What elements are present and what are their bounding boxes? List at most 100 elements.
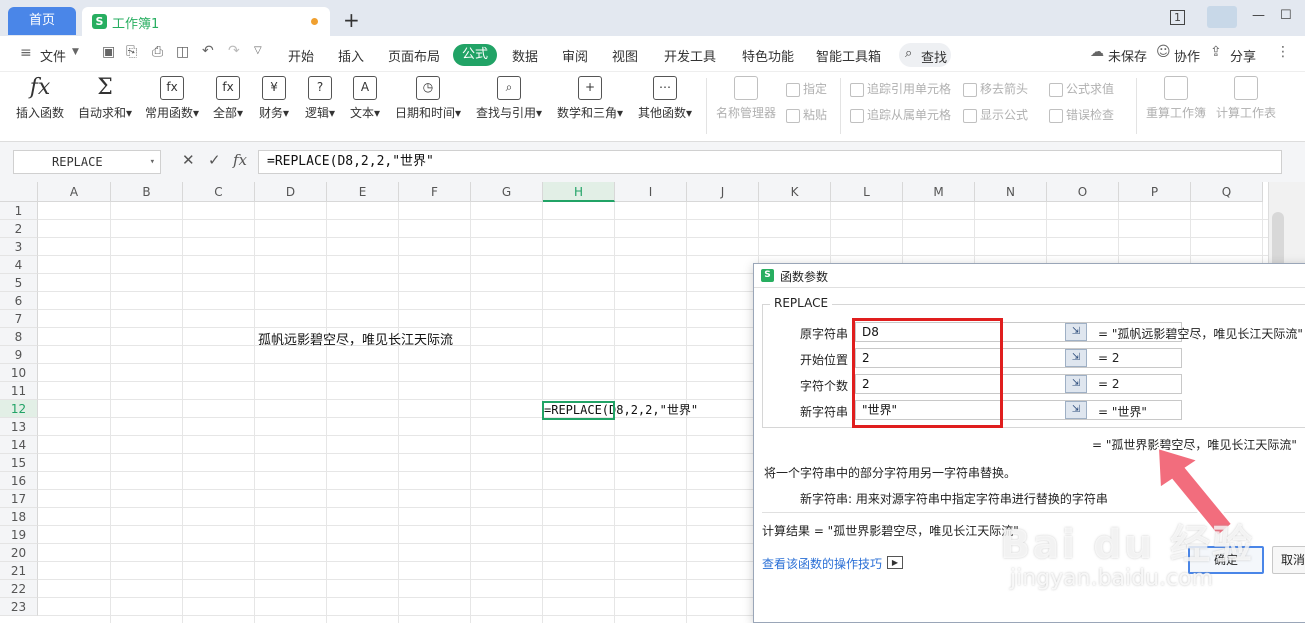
unsaved-status[interactable]: 未保存 — [1108, 46, 1147, 65]
logic-button[interactable]: ? 逻辑▾ — [305, 76, 335, 121]
other-functions-button[interactable]: ⋯ 其他函数▾ — [638, 76, 692, 121]
insert-function-button[interactable]: fx 插入函数 — [16, 76, 64, 121]
column-header-n[interactable]: N — [975, 182, 1047, 202]
paste-name-button[interactable]: 粘贴 — [786, 106, 827, 123]
row-header-13[interactable]: 13 — [0, 418, 38, 436]
chevron-down-icon[interactable]: ▾ — [150, 151, 155, 173]
menu-formula[interactable]: 公式 — [453, 44, 497, 66]
tab-workbook[interactable]: S 工作簿1 — [82, 7, 330, 36]
redo-icon[interactable]: ↷ — [228, 43, 240, 59]
cancel-icon[interactable]: ✕ — [182, 151, 195, 169]
fx-icon[interactable]: fx — [233, 151, 247, 169]
eval-formula-button[interactable]: 公式求值 — [1049, 80, 1114, 97]
lookup-button[interactable]: ⌕ 查找与引用▾ — [476, 76, 542, 121]
column-header-e[interactable]: E — [327, 182, 399, 202]
column-header-p[interactable]: P — [1119, 182, 1191, 202]
row-header-3[interactable]: 3 — [0, 238, 38, 256]
row-header-5[interactable]: 5 — [0, 274, 38, 292]
row-header-1[interactable]: 1 — [0, 202, 38, 220]
column-header-h[interactable]: H — [543, 182, 615, 202]
row-header-22[interactable]: 22 — [0, 580, 38, 598]
row-header-6[interactable]: 6 — [0, 292, 38, 310]
menu-review[interactable]: 审阅 — [562, 46, 588, 65]
remove-arrows-button[interactable]: 移去箭头 — [963, 80, 1028, 97]
row-header-14[interactable]: 14 — [0, 436, 38, 454]
row-header-19[interactable]: 19 — [0, 526, 38, 544]
menu-developer[interactable]: 开发工具 — [664, 46, 716, 65]
column-header-b[interactable]: B — [111, 182, 183, 202]
row-header-2[interactable]: 2 — [0, 220, 38, 238]
avatar[interactable] — [1207, 6, 1237, 28]
row-header-17[interactable]: 17 — [0, 490, 38, 508]
select-all-corner[interactable] — [0, 182, 38, 202]
page-indicator[interactable]: 1 — [1170, 10, 1185, 25]
cell-d8[interactable]: 孤帆远影碧空尽，唯见长江天际流 — [258, 329, 453, 348]
row-header-7[interactable]: 7 — [0, 310, 38, 328]
more-icon[interactable]: ⋮ — [1276, 44, 1290, 60]
common-functions-button[interactable]: fx 常用函数▾ — [145, 76, 199, 121]
column-header-o[interactable]: O — [1047, 182, 1119, 202]
trace-dependents-button[interactable]: 追踪从属单元格 — [850, 106, 951, 123]
row-header-15[interactable]: 15 — [0, 454, 38, 472]
column-header-l[interactable]: L — [831, 182, 903, 202]
row-header-11[interactable]: 11 — [0, 382, 38, 400]
row-header-18[interactable]: 18 — [0, 508, 38, 526]
menu-hamburger-icon[interactable]: ≡ — [20, 45, 32, 61]
column-header-c[interactable]: C — [183, 182, 255, 202]
error-check-button[interactable]: 错误检查 — [1049, 106, 1114, 123]
column-header-i[interactable]: I — [615, 182, 687, 202]
menu-data[interactable]: 数据 — [512, 46, 538, 65]
maximize-button[interactable]: ☐ — [1280, 8, 1292, 23]
menu-insert[interactable]: 插入 — [338, 46, 364, 65]
new-tab-button[interactable]: + — [343, 8, 360, 32]
menu-file[interactable]: 文件 — [40, 46, 66, 65]
menu-view[interactable]: 视图 — [612, 46, 638, 65]
column-header-f[interactable]: F — [399, 182, 471, 202]
column-header-d[interactable]: D — [255, 182, 327, 202]
help-link[interactable]: 查看该函数的操作技巧 — [762, 555, 882, 572]
row-header-21[interactable]: 21 — [0, 562, 38, 580]
range-picker-icon[interactable]: ⇲ — [1065, 375, 1087, 393]
datetime-button[interactable]: ◷ 日期和时间▾ — [395, 76, 461, 121]
menu-special[interactable]: 特色功能 — [742, 46, 794, 65]
video-icon[interactable]: ▶ — [887, 556, 903, 569]
column-header-j[interactable]: J — [687, 182, 759, 202]
column-header-a[interactable]: A — [38, 182, 111, 202]
print-preview-icon[interactable]: ◫ — [176, 44, 189, 60]
save-icon[interactable]: ▣ — [102, 44, 115, 60]
show-formula-button[interactable]: 显示公式 — [963, 106, 1028, 123]
export-pdf-icon[interactable]: ⎘ — [126, 44, 137, 60]
collab-button[interactable]: 协作 — [1174, 46, 1200, 65]
all-functions-button[interactable]: fx 全部▾ — [213, 76, 243, 121]
range-picker-icon[interactable]: ⇲ — [1065, 401, 1087, 419]
row-header-16[interactable]: 16 — [0, 472, 38, 490]
row-header-23[interactable]: 23 — [0, 598, 38, 616]
dialog-title-bar[interactable]: S 函数参数 — [754, 264, 1305, 288]
name-manager-button[interactable]: 名称管理器 — [716, 76, 776, 121]
menu-page-layout[interactable]: 页面布局 — [388, 46, 440, 65]
undo-icon[interactable]: ↶ — [202, 43, 214, 59]
row-header-9[interactable]: 9 — [0, 346, 38, 364]
finance-button[interactable]: ¥ 财务▾ — [259, 76, 289, 121]
name-box[interactable]: REPLACE ▾ — [13, 150, 161, 174]
confirm-icon[interactable]: ✓ — [208, 151, 221, 169]
share-button[interactable]: 分享 — [1230, 46, 1256, 65]
column-header-m[interactable]: M — [903, 182, 975, 202]
cancel-button[interactable]: 取消 — [1272, 546, 1305, 574]
row-header-20[interactable]: 20 — [0, 544, 38, 562]
menu-start[interactable]: 开始 — [288, 46, 314, 65]
row-header-4[interactable]: 4 — [0, 256, 38, 274]
quick-access-chevron-icon[interactable]: ▽ — [254, 45, 262, 56]
math-button[interactable]: + 数学和三角▾ — [557, 76, 623, 121]
search-button[interactable]: ⌕ 查找 — [899, 43, 951, 67]
recalc-workbook-button[interactable]: 重算工作簿 — [1146, 76, 1206, 121]
range-picker-icon[interactable]: ⇲ — [1065, 323, 1087, 341]
define-name-button[interactable]: 指定 — [786, 80, 827, 97]
row-header-12[interactable]: 12 — [0, 400, 38, 418]
column-header-q[interactable]: Q — [1191, 182, 1263, 202]
row-header-8[interactable]: 8 — [0, 328, 38, 346]
row-header-10[interactable]: 10 — [0, 364, 38, 382]
formula-input[interactable]: =REPLACE(D8,2,2,"世界" — [258, 150, 1282, 174]
menu-smart-tools[interactable]: 智能工具箱 — [816, 46, 881, 65]
print-icon[interactable]: ⎙ — [152, 44, 163, 60]
